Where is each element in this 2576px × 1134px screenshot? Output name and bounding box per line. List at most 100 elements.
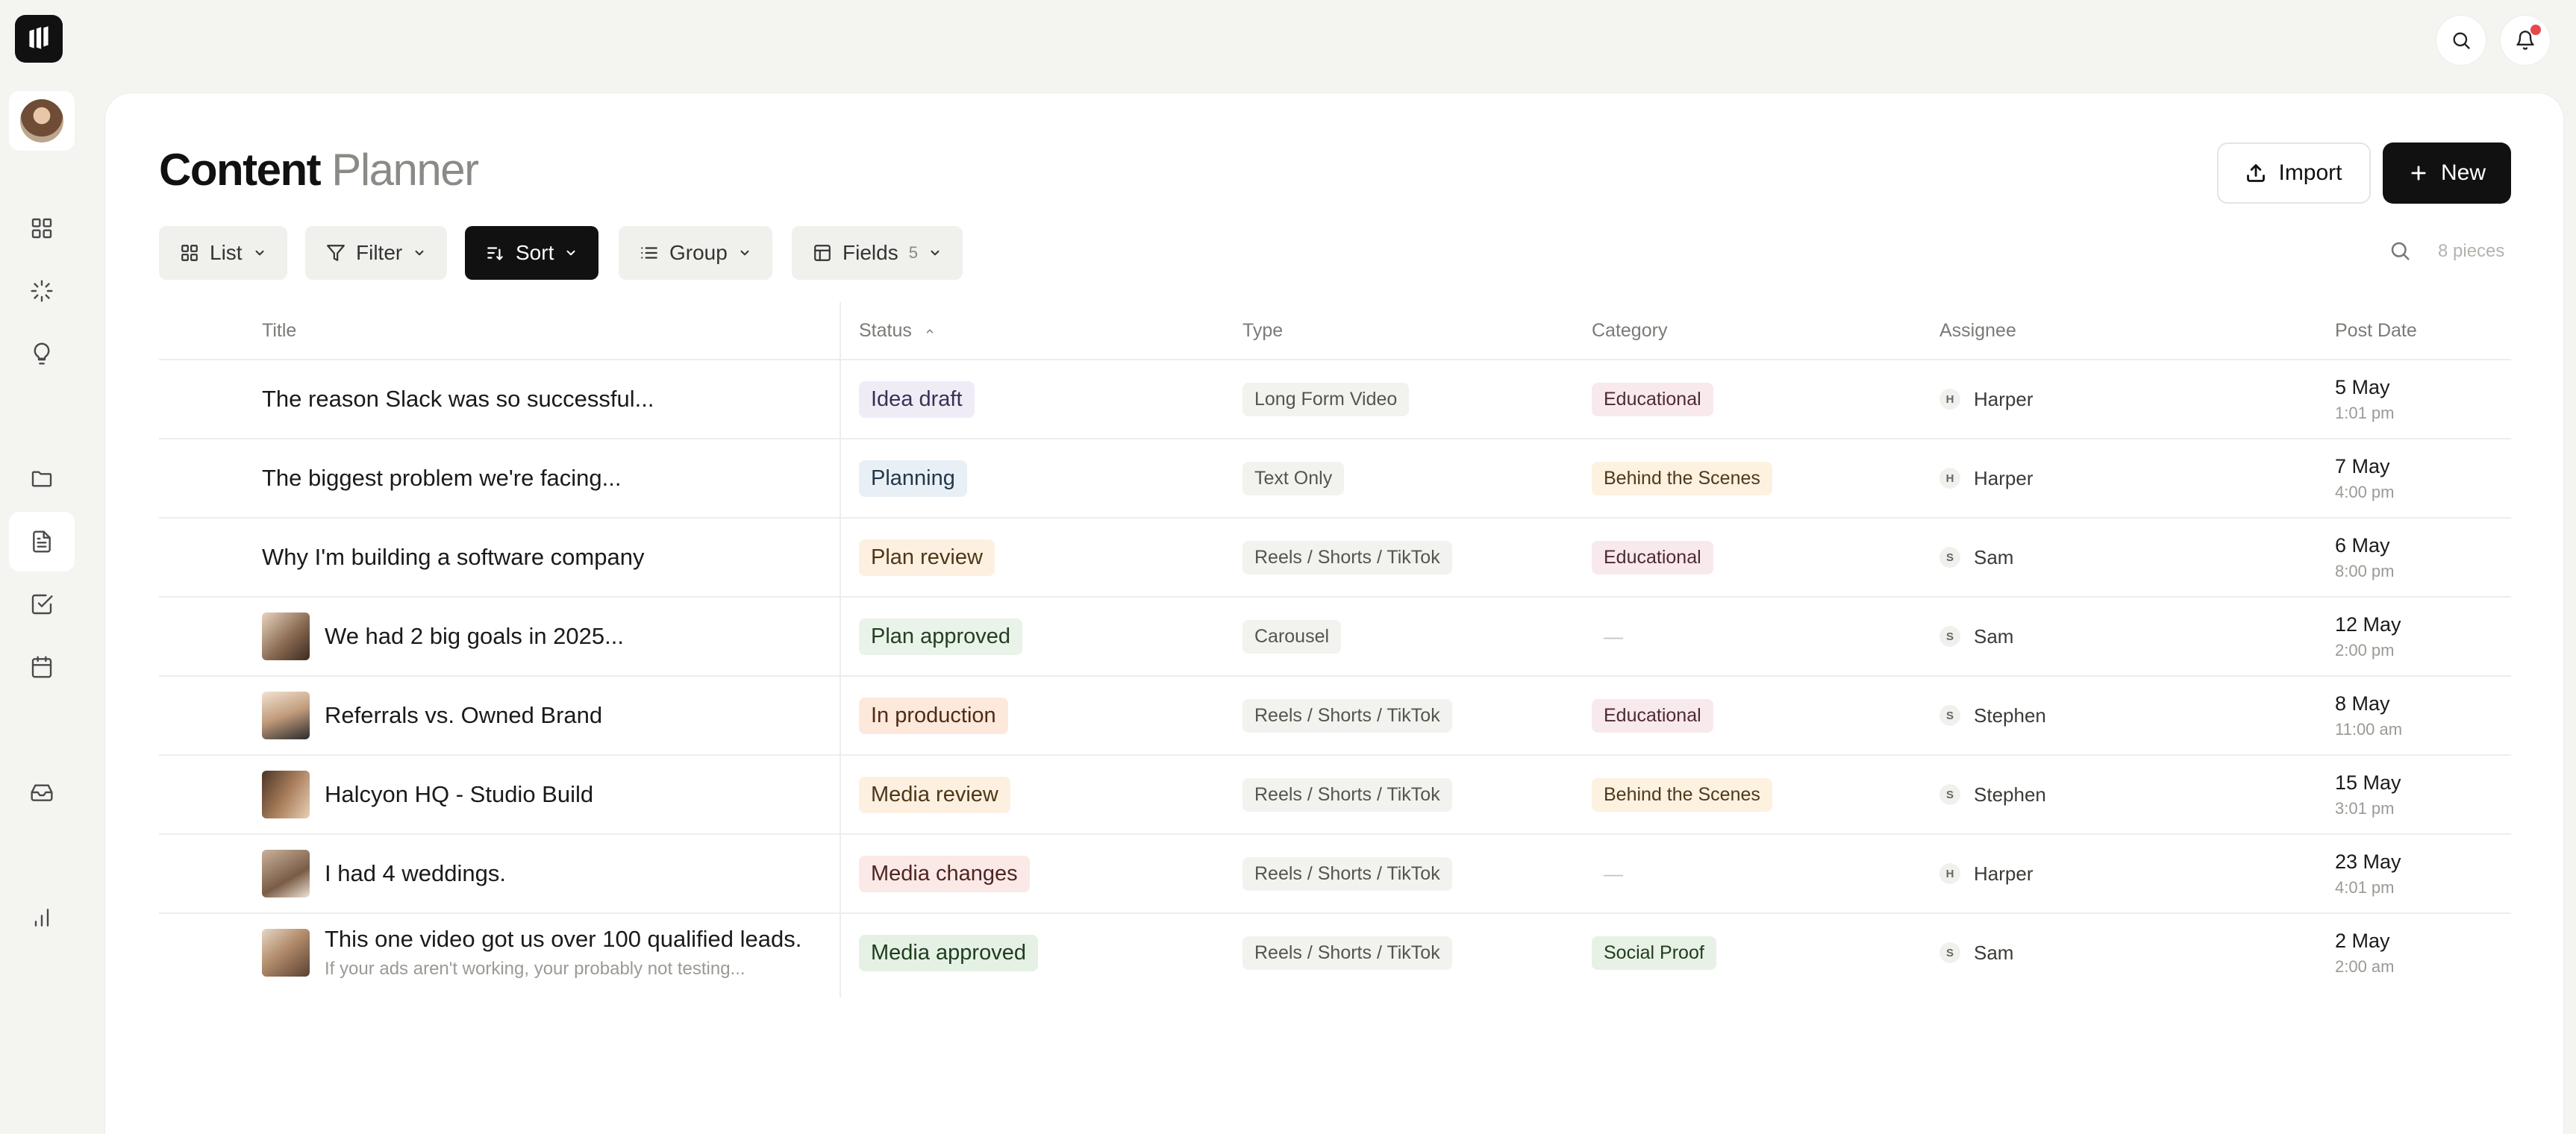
post-date-cell[interactable]: 23 May 4:01 pm bbox=[2335, 835, 2401, 912]
status-cell[interactable]: Planning bbox=[859, 439, 967, 517]
table-search-button[interactable] bbox=[2389, 239, 2414, 265]
type-cell[interactable]: Reels / Shorts / TikTok bbox=[1242, 914, 1452, 992]
type-cell[interactable]: Reels / Shorts / TikTok bbox=[1242, 835, 1452, 912]
category-badge: Educational bbox=[1592, 698, 1713, 733]
sidebar-item-analytics[interactable] bbox=[9, 888, 75, 947]
category-cell[interactable]: — bbox=[1592, 598, 1623, 675]
post-date-cell[interactable]: 6 May 8:00 pm bbox=[2335, 519, 2395, 596]
global-search-button[interactable] bbox=[2436, 15, 2486, 66]
column-header-status[interactable]: Status bbox=[859, 320, 935, 342]
post-date-cell[interactable]: 12 May 2:00 pm bbox=[2335, 598, 2401, 675]
assignee-initial: H bbox=[1939, 863, 1960, 884]
status-cell[interactable]: Media approved bbox=[859, 914, 1038, 992]
post-date-cell[interactable]: 2 May 2:00 am bbox=[2335, 914, 2395, 992]
column-header-assignee[interactable]: Assignee bbox=[1939, 320, 2016, 342]
sidebar-item-calendar[interactable] bbox=[9, 637, 75, 697]
sort-button[interactable]: Sort bbox=[465, 226, 599, 280]
status-badge: Idea draft bbox=[859, 380, 975, 418]
post-date-cell[interactable]: 15 May 3:01 pm bbox=[2335, 756, 2401, 833]
assignee-cell[interactable]: H Harper bbox=[1939, 439, 2033, 517]
assignee-cell[interactable]: H Harper bbox=[1939, 835, 2033, 912]
column-header-title[interactable]: Title bbox=[262, 320, 296, 342]
category-cell[interactable]: Educational bbox=[1592, 360, 1713, 438]
type-cell[interactable]: Long Form Video bbox=[1242, 360, 1410, 438]
page-title-light: Planner bbox=[331, 145, 479, 195]
status-cell[interactable]: Media review bbox=[859, 756, 1010, 833]
sidebar-item-dashboard[interactable] bbox=[9, 198, 75, 258]
table-row[interactable]: Referrals vs. Owned Brand In production … bbox=[159, 677, 2511, 756]
post-date-cell[interactable]: 5 May 1:01 pm bbox=[2335, 360, 2395, 438]
status-cell[interactable]: Media changes bbox=[859, 835, 1030, 912]
notification-badge bbox=[2530, 25, 2541, 35]
type-cell[interactable]: Carousel bbox=[1242, 598, 1342, 675]
list-label: List bbox=[210, 241, 243, 264]
category-badge: Behind the Scenes bbox=[1592, 461, 1772, 495]
sidebar-item-ideas[interactable] bbox=[9, 324, 75, 383]
category-cell[interactable]: Social Proof bbox=[1592, 914, 1716, 992]
row-title: The biggest problem we're facing... bbox=[262, 465, 622, 491]
row-title: This one video got us over 100 qualified… bbox=[325, 926, 802, 952]
assignee-initial: S bbox=[1939, 784, 1960, 805]
sidebar-item-tasks[interactable] bbox=[9, 574, 75, 634]
sort-icon bbox=[487, 247, 503, 260]
assignee-name: Harper bbox=[1974, 466, 2033, 489]
table-row[interactable]: I had 4 weddings. Media changes Reels / … bbox=[159, 835, 2511, 914]
post-date: 15 May bbox=[2335, 771, 2401, 794]
type-cell[interactable]: Reels / Shorts / TikTok bbox=[1242, 677, 1452, 754]
table-row[interactable]: The biggest problem we're facing... Plan… bbox=[159, 439, 2511, 519]
title-cell: The reason Slack was so successful... bbox=[262, 360, 829, 438]
assignee-cell[interactable]: H Harper bbox=[1939, 360, 2033, 438]
assignee-cell[interactable]: S Stephen bbox=[1939, 756, 2046, 833]
group-button[interactable]: Group bbox=[619, 226, 772, 280]
status-cell[interactable]: Plan review bbox=[859, 519, 995, 596]
new-button[interactable]: New bbox=[2383, 142, 2511, 204]
checkbox-icon bbox=[31, 594, 53, 615]
assignee-name: Sam bbox=[1974, 545, 2014, 568]
status-cell[interactable]: Plan approved bbox=[859, 598, 1023, 675]
sidebar-item-content[interactable] bbox=[9, 512, 75, 571]
assignee-cell[interactable]: S Sam bbox=[1939, 598, 2013, 675]
table-row[interactable]: Halcyon HQ - Studio Build Media review R… bbox=[159, 756, 2511, 835]
category-cell[interactable]: Behind the Scenes bbox=[1592, 439, 1772, 517]
category-cell[interactable]: — bbox=[1592, 835, 1623, 912]
category-cell[interactable]: Educational bbox=[1592, 677, 1713, 754]
assignee-cell[interactable]: S Sam bbox=[1939, 914, 2013, 992]
table-row[interactable]: Why I'm building a software company Plan… bbox=[159, 519, 2511, 598]
post-date: 12 May bbox=[2335, 613, 2401, 636]
category-cell[interactable]: Behind the Scenes bbox=[1592, 756, 1772, 833]
table-row[interactable]: We had 2 big goals in 2025... Plan appro… bbox=[159, 598, 2511, 677]
sidebar-item-activity[interactable] bbox=[9, 261, 75, 321]
category-cell[interactable]: Educational bbox=[1592, 519, 1713, 596]
type-cell[interactable]: Text Only bbox=[1242, 439, 1345, 517]
notifications-button[interactable] bbox=[2500, 15, 2551, 66]
status-cell[interactable]: Idea draft bbox=[859, 360, 975, 438]
table-row[interactable]: The reason Slack was so successful... Id… bbox=[159, 360, 2511, 439]
user-avatar-button[interactable] bbox=[9, 91, 75, 151]
sidebar-item-folders[interactable] bbox=[9, 449, 75, 509]
fields-count: 5 bbox=[908, 243, 918, 262]
post-date-cell[interactable]: 8 May 11:00 am bbox=[2335, 677, 2402, 754]
thumbnail-image bbox=[262, 771, 310, 818]
import-button[interactable]: Import bbox=[2217, 142, 2371, 204]
table-row[interactable]: This one video got us over 100 qualified… bbox=[159, 914, 2511, 993]
sidebar-item-inbox[interactable] bbox=[9, 762, 75, 822]
column-header-type[interactable]: Type bbox=[1242, 320, 1283, 342]
filter-button[interactable]: Filter bbox=[305, 226, 448, 280]
assignee-cell[interactable]: S Stephen bbox=[1939, 677, 2046, 754]
assignee-cell[interactable]: S Sam bbox=[1939, 519, 2013, 596]
status-cell[interactable]: In production bbox=[859, 677, 1008, 754]
status-badge: In production bbox=[859, 697, 1008, 734]
column-header-post-date[interactable]: Post Date bbox=[2335, 320, 2417, 342]
assignee-name: Sam bbox=[1974, 941, 2014, 964]
post-date: 23 May bbox=[2335, 850, 2401, 873]
fields-button[interactable]: Fields 5 bbox=[792, 226, 963, 280]
chevron-down-icon bbox=[566, 250, 575, 256]
type-cell[interactable]: Reels / Shorts / TikTok bbox=[1242, 519, 1452, 596]
type-badge: Long Form Video bbox=[1242, 382, 1410, 416]
plus-icon bbox=[2411, 166, 2426, 181]
column-header-category[interactable]: Category bbox=[1592, 320, 1667, 342]
type-cell[interactable]: Reels / Shorts / TikTok bbox=[1242, 756, 1452, 833]
post-date-cell[interactable]: 7 May 4:00 pm bbox=[2335, 439, 2395, 517]
view-list-button[interactable]: List bbox=[159, 226, 287, 280]
app-logo[interactable] bbox=[15, 15, 63, 63]
